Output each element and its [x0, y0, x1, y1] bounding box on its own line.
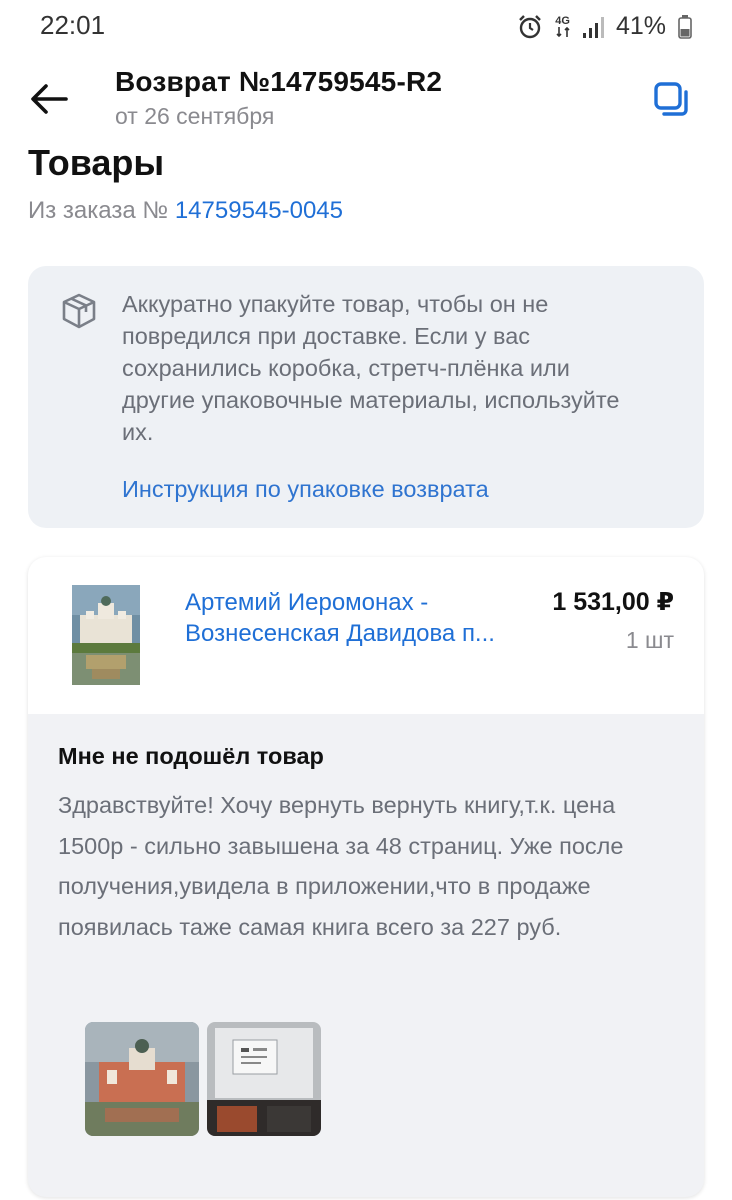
status-bar: 22:01 4G 41%: [0, 0, 732, 54]
product-quantity: 1 шт: [625, 627, 674, 653]
return-reason-text: Здравствуйте! Хочу вернуть вернуть книгу…: [58, 792, 624, 940]
product-thumbnail[interactable]: [72, 585, 140, 685]
attached-photos: [85, 1022, 321, 1136]
product-name-line2: Вознесенская Давидова п...: [185, 620, 495, 647]
order-prefix: Из заказа №: [28, 197, 169, 224]
status-icons: 4G 41%: [517, 12, 692, 41]
copy-icon: [654, 82, 688, 116]
alarm-icon: [517, 14, 543, 40]
packing-instructions-link[interactable]: Инструкция по упаковке возврата: [122, 476, 489, 503]
attached-photo[interactable]: [207, 1022, 321, 1136]
product-name-link[interactable]: Артемий Иеромонах - Вознесенская Давидов…: [185, 587, 545, 649]
packing-info-card: Аккуратно упакуйте товар, чтобы он не по…: [28, 266, 704, 528]
arrow-left-icon: [31, 84, 68, 114]
page-title: Возврат №14759545-R2: [115, 66, 443, 97]
network-label: 4G: [555, 14, 570, 27]
battery-percent: 41%: [615, 12, 666, 40]
order-line: Из заказа № 14759545-0045: [28, 197, 343, 225]
attached-photo[interactable]: [85, 1022, 199, 1136]
return-reason-title: Мне не подошёл товар: [58, 743, 324, 769]
status-time: 22:01: [40, 10, 106, 40]
packing-info-text: Аккуратно упакуйте товар, чтобы он не по…: [122, 291, 620, 445]
copy-button[interactable]: [652, 80, 692, 120]
back-button[interactable]: [26, 76, 72, 122]
box-icon: [60, 292, 98, 330]
battery-icon: [678, 14, 692, 39]
product-name-line1: Артемий Иеромонах -: [185, 589, 429, 616]
signal-icon: [582, 15, 604, 39]
page-subtitle: от 26 сентября: [115, 103, 275, 129]
order-number-link[interactable]: 14759545-0045: [175, 197, 343, 224]
product-row[interactable]: Артемий Иеромонах - Вознесенская Давидов…: [28, 557, 704, 714]
section-title: Товары: [28, 142, 165, 183]
network-4g-icon: 4G: [555, 14, 570, 38]
product-card: Артемий Иеромонах - Вознесенская Давидов…: [28, 557, 704, 1197]
product-price: 1 531,00 ₽: [552, 588, 674, 616]
